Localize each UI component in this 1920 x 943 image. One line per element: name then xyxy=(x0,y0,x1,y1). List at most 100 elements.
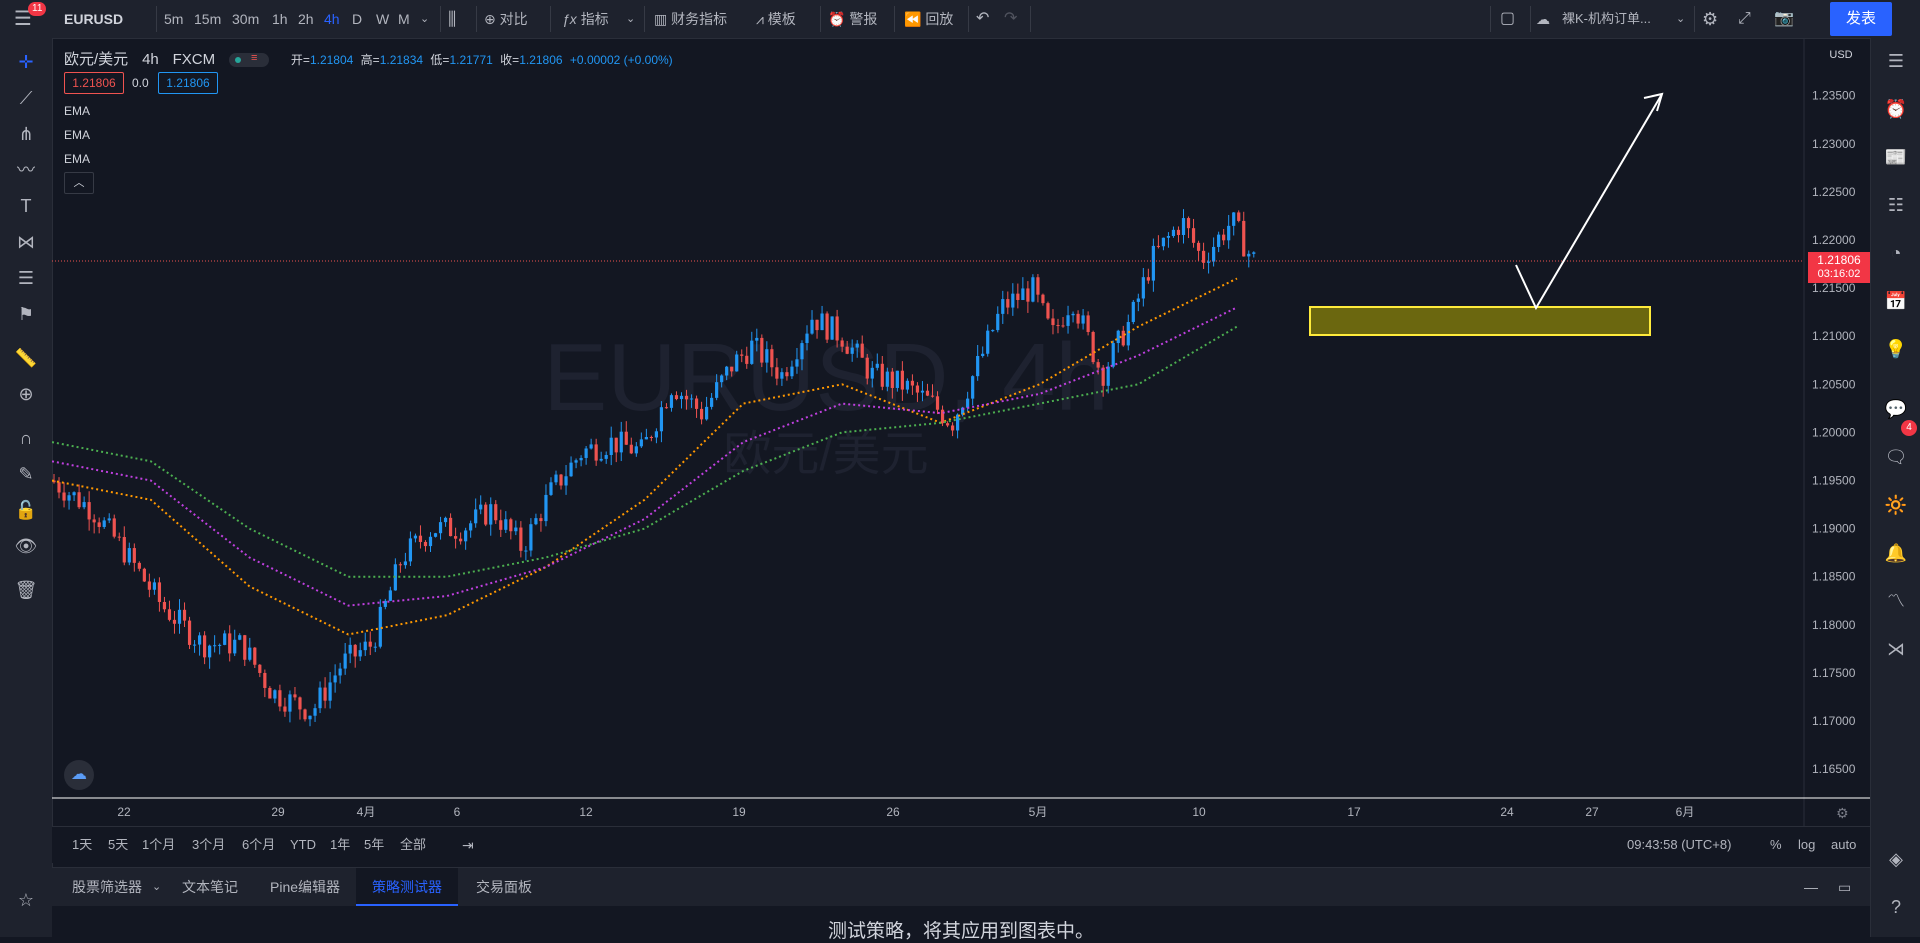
ask-box[interactable]: 1.21806 xyxy=(158,72,218,94)
price-chart[interactable]: EURUSD, 4h 欧元/美元 1.235001.230001.225001.… xyxy=(52,38,1870,826)
templates-button[interactable]: ⩘ 模板 xyxy=(756,0,796,38)
alert-button[interactable]: ⏰ 警报 xyxy=(828,0,877,38)
pitchfork-icon[interactable]: ⋔ xyxy=(12,120,40,148)
indicator-ema-3[interactable]: EMA xyxy=(64,152,90,166)
lock-icon[interactable]: 🔓 xyxy=(12,496,40,524)
magnet-icon[interactable]: ∩ xyxy=(12,424,40,452)
alarm-clock-icon[interactable]: ⏰ xyxy=(1881,94,1911,124)
percent-toggle[interactable]: % xyxy=(1770,827,1782,863)
indicators-button[interactable]: ƒx 指标 xyxy=(562,0,609,38)
streams-icon[interactable]: 🔆 xyxy=(1881,490,1911,520)
ideas-icon[interactable]: 💡 xyxy=(1881,334,1911,364)
calendar-icon[interactable]: 📅 xyxy=(1881,286,1911,316)
demand-zone[interactable] xyxy=(1309,306,1651,336)
bottom-tab-0[interactable]: 股票筛选器 xyxy=(72,868,142,906)
chevron-down-icon[interactable]: ⌄ xyxy=(152,868,161,906)
layers-icon[interactable]: ◈ xyxy=(1881,844,1911,874)
interval-30m[interactable]: 30m xyxy=(232,0,259,38)
expand-icon[interactable]: ⤢ xyxy=(1738,0,1751,38)
layout-name[interactable]: 裸K-机构订单... xyxy=(1562,0,1651,38)
zoom-in-icon[interactable]: ⊕ xyxy=(12,380,40,408)
bid-box[interactable]: 1.21806 xyxy=(64,72,124,94)
range-button-8[interactable]: 全部 xyxy=(400,827,426,863)
icons-icon[interactable]: ⚑ xyxy=(12,300,40,328)
range-calendar-icon[interactable]: ⇥ xyxy=(462,827,474,863)
messages-icon[interactable]: 🗨 xyxy=(1881,442,1911,472)
depth-icon[interactable]: ⋊ xyxy=(1881,634,1911,664)
market-status-pill[interactable]: ≡ xyxy=(229,52,270,68)
legend-title[interactable]: 欧元/美元 xyxy=(64,51,128,68)
indicator-ema-1[interactable]: EMA xyxy=(64,104,90,118)
publish-button[interactable]: 发表 xyxy=(1830,2,1892,36)
replay-button[interactable]: ⏪ 回放 xyxy=(904,0,953,38)
candle-body xyxy=(348,644,352,654)
interval-4h[interactable]: 4h xyxy=(324,0,340,38)
interval-15m[interactable]: 15m xyxy=(194,0,221,38)
range-button-5[interactable]: YTD xyxy=(290,827,316,863)
chevron-down-icon[interactable]: ⌄ xyxy=(626,0,635,38)
help-icon[interactable]: ? xyxy=(1881,892,1911,922)
interval-M[interactable]: M xyxy=(398,0,410,38)
maximize-icon[interactable]: ▭ xyxy=(1838,868,1851,906)
chevron-down-icon[interactable]: ⌄ xyxy=(420,0,429,38)
range-button-7[interactable]: 5年 xyxy=(364,827,384,863)
hotlist-icon[interactable]: ◔ xyxy=(1881,238,1911,268)
order-panel-icon[interactable]: 〽 xyxy=(1881,586,1911,616)
indicator-ema-2[interactable]: EMA xyxy=(64,128,90,142)
trash-icon[interactable]: 🗑 xyxy=(12,576,40,604)
pencil-lock-icon[interactable]: ✎ xyxy=(12,460,40,488)
minimize-icon[interactable]: — xyxy=(1804,868,1818,906)
range-button-1[interactable]: 5天 xyxy=(108,827,128,863)
redo-icon[interactable]: ↷ xyxy=(1004,0,1017,38)
collapse-legend-button[interactable]: ︿ xyxy=(64,172,94,194)
candle-body xyxy=(97,522,101,527)
range-button-6[interactable]: 1年 xyxy=(330,827,350,863)
compare-button[interactable]: ⊕ 对比 xyxy=(484,0,528,38)
timezone-clock[interactable]: 09:43:58 (UTC+8) xyxy=(1627,827,1731,863)
crosshair-icon[interactable]: ✛ xyxy=(12,48,40,76)
candle-body xyxy=(1066,315,1070,326)
interval-D[interactable]: D xyxy=(352,0,362,38)
bottom-tab-3[interactable]: 策略测试器 xyxy=(356,868,458,906)
text-icon[interactable]: T xyxy=(12,192,40,220)
interval-W[interactable]: W xyxy=(376,0,389,38)
chevron-down-icon[interactable]: ⌄ xyxy=(1676,0,1685,38)
eye-icon[interactable]: 👁 xyxy=(12,532,40,560)
bottom-tab-4[interactable]: 交易面板 xyxy=(476,868,532,906)
gear-icon[interactable]: ⚙ xyxy=(1702,0,1718,38)
interval-1h[interactable]: 1h xyxy=(272,0,288,38)
candle-style-icon[interactable]: ⫼ xyxy=(448,0,456,38)
camera-icon[interactable]: 📷 xyxy=(1774,0,1794,38)
range-button-2[interactable]: 1个月 xyxy=(142,827,175,863)
candle-body xyxy=(950,425,955,431)
candle-body xyxy=(147,581,151,590)
financials-button[interactable]: ▥ 财务指标 xyxy=(654,0,727,38)
brush-icon[interactable]: 〰 xyxy=(12,156,40,184)
interval-2h[interactable]: 2h xyxy=(298,0,314,38)
symbol-search[interactable]: EURUSD xyxy=(64,0,123,38)
candle-body xyxy=(443,517,448,523)
time-axis-settings-icon[interactable]: ⚙ xyxy=(1836,806,1849,822)
notifications-icon[interactable]: 🔔 xyxy=(1881,538,1911,568)
bottom-tab-1[interactable]: 文本笔记 xyxy=(182,868,238,906)
range-button-0[interactable]: 1天 xyxy=(72,827,92,863)
range-button-3[interactable]: 3个月 xyxy=(192,827,225,863)
prediction-icon[interactable]: ☰ xyxy=(12,264,40,292)
data-window-icon[interactable]: ☷ xyxy=(1881,190,1911,220)
trend-line-icon[interactable]: ⟋ xyxy=(12,84,40,112)
undo-icon[interactable]: ↶ xyxy=(976,0,989,38)
log-toggle[interactable]: log xyxy=(1798,827,1815,863)
auto-toggle[interactable]: auto xyxy=(1831,827,1856,863)
range-button-4[interactable]: 6个月 xyxy=(242,827,275,863)
projection-arrow[interactable] xyxy=(1515,93,1663,311)
interval-5m[interactable]: 5m xyxy=(164,0,183,38)
pattern-icon[interactable]: ⋈ xyxy=(12,228,40,256)
ruler-icon[interactable]: 📏 xyxy=(12,344,40,372)
star-icon[interactable]: ☆ xyxy=(12,886,40,914)
price-axis[interactable]: 1.23500 1.23000 1.22500 1.22000 1.21500 1.210… xyxy=(1812,89,1856,776)
fullscreen-box-icon[interactable]: ▢ xyxy=(1500,0,1515,38)
watchlist-icon[interactable]: ☰ xyxy=(1881,46,1911,76)
time-axis[interactable]: 22 29 4月 6 12 19 26 5月 10 17 24 27 6月 xyxy=(117,805,1694,819)
bottom-tab-2[interactable]: Pine编辑器 xyxy=(270,868,340,906)
news-icon[interactable]: 📰 xyxy=(1881,142,1911,172)
